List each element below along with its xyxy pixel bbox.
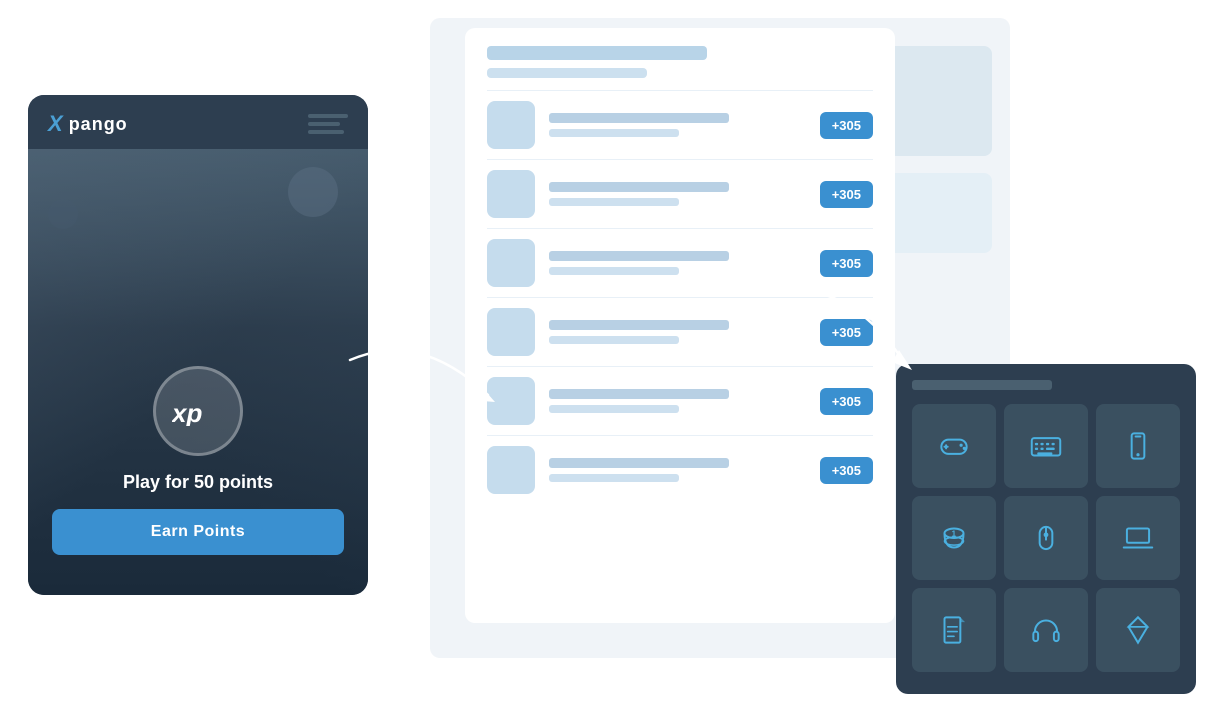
- icon-grid-card: 1: [896, 364, 1196, 694]
- icon-cell-gem[interactable]: [1096, 588, 1180, 672]
- list-item-thumbnail: [487, 239, 535, 287]
- icon-cell-document[interactable]: [912, 588, 996, 672]
- list-item-thumbnail: [487, 101, 535, 149]
- list-item-line-2: [549, 336, 679, 344]
- header-bars: [308, 114, 348, 134]
- list-item-line-2: [549, 198, 679, 206]
- phone-art-bottom: Play for 50 points Earn Points: [28, 472, 368, 555]
- header-bar-2: [308, 122, 340, 126]
- keyboard-icon: [1027, 427, 1065, 465]
- list-item-line-2: [549, 267, 679, 275]
- icon-cell-laptop[interactable]: [1096, 496, 1180, 580]
- phone-header: X pango: [28, 95, 368, 149]
- gem-icon: [1119, 611, 1157, 649]
- list-item[interactable]: +305: [487, 90, 873, 159]
- list-item-lines: [549, 458, 806, 482]
- list-item-line-1: [549, 251, 729, 261]
- icon-cell-mouse[interactable]: [1004, 496, 1088, 580]
- xpango-logo: X pango: [48, 111, 128, 137]
- document-icon: [935, 611, 973, 649]
- gamepad-icon: [935, 427, 973, 465]
- list-item-lines: [549, 389, 806, 413]
- list-header: [487, 46, 873, 78]
- icon-cell-phone[interactable]: [1096, 404, 1180, 488]
- arrow-list-to-icon-grid: [804, 282, 924, 382]
- list-item-lines: [549, 251, 806, 275]
- svg-text:1: 1: [952, 529, 957, 538]
- xp-logo-circle: xp: [153, 366, 243, 456]
- list-item-line-1: [549, 182, 729, 192]
- icon-grid-title-bar: [912, 380, 1052, 390]
- decoration-circle-2: [48, 199, 78, 229]
- laptop-icon: [1119, 519, 1157, 557]
- icon-cell-headphones[interactable]: [1004, 588, 1088, 672]
- icon-cell-keyboard[interactable]: [1004, 404, 1088, 488]
- list-item-lines: [549, 320, 806, 344]
- list-item-line-1: [549, 389, 729, 399]
- play-text: Play for 50 points: [123, 472, 273, 493]
- list-item-lines: [549, 182, 806, 206]
- phone-icon: [1119, 427, 1157, 465]
- list-item-lines: [549, 113, 806, 137]
- svg-text:xp: xp: [172, 398, 202, 426]
- list-item[interactable]: +305: [487, 435, 873, 504]
- coins-icon: 1: [935, 519, 973, 557]
- list-item-thumbnail: [487, 446, 535, 494]
- list-item-badge[interactable]: +305: [820, 457, 873, 484]
- list-item-thumbnail: [487, 170, 535, 218]
- header-bar-3: [308, 130, 344, 134]
- icon-grid: 1: [912, 404, 1180, 672]
- list-item-line-2: [549, 474, 679, 482]
- mouse-icon: [1027, 519, 1065, 557]
- header-bar-1: [308, 114, 348, 118]
- list-item-line-2: [549, 405, 679, 413]
- list-header-bar-1: [487, 46, 707, 60]
- icon-cell-coins[interactable]: 1: [912, 496, 996, 580]
- list-item-line-1: [549, 458, 729, 468]
- list-item-badge[interactable]: +305: [820, 112, 873, 139]
- arrow-phone-to-list: [340, 340, 500, 420]
- icon-cell-gamepad[interactable]: [912, 404, 996, 488]
- phone-card: X pango xp Play for 50 points Earn Point…: [28, 95, 368, 595]
- list-item-badge[interactable]: +305: [820, 181, 873, 208]
- list-item[interactable]: +305: [487, 159, 873, 228]
- list-item-badge[interactable]: +305: [820, 250, 873, 277]
- list-header-bar-2: [487, 68, 647, 78]
- main-scene: +305 +305 +305 +305: [0, 0, 1214, 712]
- earn-points-button[interactable]: Earn Points: [52, 509, 344, 555]
- xpango-x-icon: X: [48, 111, 63, 137]
- list-item-line-1: [549, 320, 729, 330]
- list-item-line-1: [549, 113, 729, 123]
- list-item-badge[interactable]: +305: [820, 388, 873, 415]
- headphones-icon: [1027, 611, 1065, 649]
- xpango-brand-name: pango: [69, 114, 128, 135]
- decoration-circle-1: [288, 167, 338, 217]
- list-item-line-2: [549, 129, 679, 137]
- phone-art-area: xp Play for 50 points Earn Points: [28, 149, 368, 595]
- xp-logo-svg: xp: [172, 396, 224, 426]
